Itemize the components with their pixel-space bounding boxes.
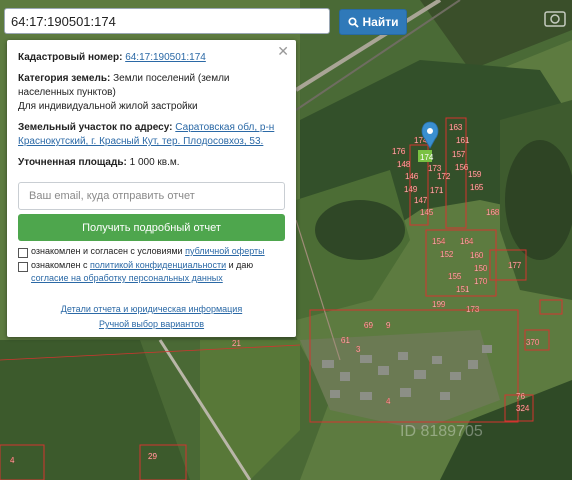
- report-details-link[interactable]: Детали отчета и юридическая информация: [7, 304, 296, 314]
- highlighted-parcel-label: 174: [420, 153, 434, 162]
- svg-text:152: 152: [440, 250, 454, 259]
- svg-text:156: 156: [455, 163, 469, 172]
- watermark: ID 8189705: [400, 423, 483, 440]
- svg-text:146: 146: [405, 172, 419, 181]
- personal-data-link[interactable]: согласие на обработку персональных данны…: [31, 273, 223, 283]
- svg-text:4: 4: [386, 397, 391, 406]
- email-field[interactable]: [18, 182, 285, 210]
- search-button[interactable]: Найти: [339, 9, 407, 35]
- area-label: Уточненная площадь:: [18, 157, 127, 168]
- search-button-label: Найти: [362, 15, 399, 29]
- svg-text:164: 164: [460, 237, 474, 246]
- svg-text:148: 148: [397, 160, 411, 169]
- cadastral-label: Кадастровый номер:: [18, 52, 123, 63]
- get-report-button-label: Получить подробный отчет: [82, 221, 221, 234]
- svg-text:145: 145: [420, 208, 434, 217]
- offer-consent-text: ознакомлен и согласен с условиями публич…: [31, 245, 286, 258]
- svg-text:199: 199: [432, 300, 446, 309]
- svg-text:165: 165: [470, 183, 484, 192]
- privacy-consent-and: и даю: [228, 260, 254, 270]
- address-label: Земельный участок по адресу:: [18, 122, 173, 133]
- svg-text:168: 168: [486, 208, 500, 217]
- privacy-consent-checkbox[interactable]: [18, 262, 28, 272]
- svg-text:159: 159: [468, 170, 482, 179]
- svg-text:177: 177: [508, 261, 522, 270]
- usage-text: Для индивидуальной жилой застройки: [18, 101, 198, 112]
- privacy-consent-text: ознакомлен с политикой конфиденциальност…: [31, 259, 286, 285]
- svg-text:3: 3: [356, 345, 361, 354]
- svg-text:154: 154: [432, 237, 446, 246]
- svg-text:150: 150: [474, 264, 488, 273]
- get-report-button[interactable]: Получить подробный отчет: [18, 214, 285, 241]
- svg-text:324: 324: [516, 404, 530, 413]
- svg-text:4: 4: [10, 456, 15, 465]
- address-row: Земельный участок по адресу: Саратовская…: [18, 121, 288, 149]
- svg-text:69: 69: [364, 321, 373, 330]
- search-input[interactable]: [4, 8, 330, 34]
- cadastral-link[interactable]: 64:17:190501:174: [125, 52, 206, 63]
- search-icon: [347, 16, 359, 28]
- cadastral-row: Кадастровый номер: 64:17:190501:174: [18, 51, 288, 65]
- svg-text:161: 161: [456, 136, 470, 145]
- privacy-policy-link[interactable]: политикой конфиденциальности: [90, 260, 226, 270]
- svg-text:370: 370: [526, 338, 540, 347]
- category-label: Категория земель:: [18, 73, 111, 84]
- public-offer-link[interactable]: публичной оферты: [185, 246, 265, 256]
- offer-consent-checkbox[interactable]: [18, 248, 28, 258]
- svg-text:76: 76: [516, 392, 525, 401]
- svg-text:163: 163: [449, 123, 463, 132]
- svg-text:61: 61: [341, 336, 350, 345]
- svg-text:173: 173: [466, 305, 480, 314]
- svg-text:149: 149: [404, 185, 418, 194]
- svg-text:172: 172: [437, 172, 451, 181]
- svg-text:170: 170: [474, 277, 488, 286]
- svg-text:21: 21: [232, 339, 241, 348]
- svg-text:157: 157: [452, 150, 466, 159]
- offer-consent-label: ознакомлен и согласен с условиями: [31, 246, 183, 256]
- svg-text:29: 29: [148, 452, 157, 461]
- svg-text:176: 176: [392, 147, 406, 156]
- category-row: Категория земель: Земли поселений (земли…: [18, 72, 288, 100]
- manual-selection-link[interactable]: Ручной выбор вариантов: [7, 319, 296, 329]
- area-value: 1 000 кв.м.: [129, 157, 180, 168]
- svg-text:151: 151: [456, 285, 470, 294]
- privacy-consent-label: ознакомлен с: [31, 260, 88, 270]
- area-row: Уточненная площадь: 1 000 кв.м.: [18, 156, 288, 170]
- parcel-info-card: ✕ Кадастровый номер: 64:17:190501:174 Ка…: [7, 40, 296, 337]
- svg-text:9: 9: [386, 321, 391, 330]
- svg-text:160: 160: [470, 251, 484, 260]
- svg-text:171: 171: [430, 186, 444, 195]
- svg-text:155: 155: [448, 272, 462, 281]
- svg-text:147: 147: [414, 196, 428, 205]
